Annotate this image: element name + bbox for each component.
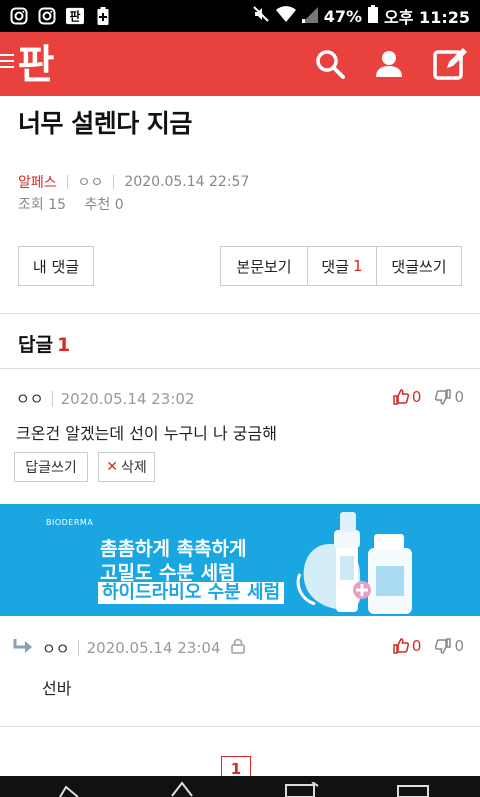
pann-notification-icon: 판 <box>66 7 84 25</box>
ad-headline-2: 고밀도 수분 세럼 <box>100 562 236 584</box>
write-comment-button[interactable]: 댓글쓰기 <box>376 246 462 286</box>
thumbs-up-icon <box>393 389 409 405</box>
battery-saver-icon <box>94 7 112 25</box>
comment-author: ㅇㅇ <box>42 639 70 658</box>
post-meta: 알페스 ㅇㅇ 2020.05.14 22:57 <box>18 172 249 192</box>
menu-icon[interactable] <box>0 54 14 72</box>
back-icon[interactable] <box>58 785 80 797</box>
product-image <box>296 512 412 614</box>
comment-text: 크온건 알겠는데 선이 누구니 나 궁금해 <box>16 424 277 443</box>
mute-icon <box>252 5 270 27</box>
replies-heading: 답글 1 <box>18 330 70 357</box>
app-header: 판 <box>0 32 480 96</box>
comment-text: 선바 <box>42 679 72 698</box>
battery-percent: 47% <box>323 6 363 26</box>
post-author[interactable]: 알페스 <box>18 172 57 192</box>
upvote-count: 0 <box>411 637 422 655</box>
write-icon[interactable] <box>432 46 468 82</box>
search-icon[interactable] <box>312 46 348 82</box>
instagram-icon <box>38 7 56 25</box>
ad-headline-1: 촘촘하게 촉촉하게 <box>100 538 247 560</box>
pann-logo[interactable]: 판 <box>14 40 60 88</box>
svg-text:판: 판 <box>18 42 55 86</box>
ad-brand: BIODERMA <box>46 518 94 527</box>
my-comments-button[interactable]: 내 댓글 <box>18 246 94 286</box>
instagram-icon <box>10 7 28 25</box>
comments-count: 1 <box>353 257 363 275</box>
downvote-button[interactable]: 0 <box>435 388 464 406</box>
divider <box>77 640 79 656</box>
divider <box>51 390 53 407</box>
comment-votes: 0 0 <box>393 388 464 406</box>
post-author-sub: ㅇㅇ <box>77 175 104 191</box>
comments-label: 댓글 <box>321 257 350 276</box>
upvote-button[interactable]: 0 <box>393 637 422 655</box>
thumbs-down-icon <box>435 389 452 405</box>
view-body-button[interactable]: 본문보기 <box>220 246 308 286</box>
post-recommends: 추천 0 <box>84 197 124 213</box>
comment-date: 2020.05.14 23:04 <box>86 639 221 657</box>
divider <box>0 313 480 314</box>
recents-icon[interactable] <box>396 784 430 797</box>
post-views: 조회 15 <box>18 197 67 213</box>
thumbs-up-icon <box>393 638 409 654</box>
reply-button[interactable]: 답글쓰기 <box>14 452 88 482</box>
reply-arrow-icon <box>12 637 34 659</box>
battery-icon <box>368 5 379 27</box>
delete-label: 삭제 <box>120 460 147 476</box>
close-icon: ✕ <box>106 459 118 475</box>
replies-label: 답글 <box>18 334 53 356</box>
replies-count: 1 <box>56 334 71 356</box>
thumbs-down-icon <box>435 638 452 654</box>
clock: 오후 11:25 <box>384 8 470 27</box>
downvote-count: 0 <box>454 637 464 655</box>
wifi-icon <box>275 5 296 27</box>
post-date: 2020.05.14 22:57 <box>124 174 250 190</box>
pagination-current[interactable]: 1 <box>221 756 251 778</box>
edit-icon[interactable] <box>282 782 322 797</box>
downvote-button[interactable]: 0 <box>435 637 464 655</box>
home-icon[interactable] <box>170 780 194 797</box>
post-title: 너무 설렌다 지금 <box>18 109 192 138</box>
divider <box>113 175 115 189</box>
svg-text:판: 판 <box>70 10 81 24</box>
status-bar: 판 47% 오후 11:25 <box>0 0 480 32</box>
upvote-button[interactable]: 0 <box>393 388 422 406</box>
upvote-count: 0 <box>411 388 422 406</box>
reply-meta: ㅇㅇ 2020.05.14 23:04 <box>12 637 245 659</box>
ad-banner[interactable]: BIODERMA 촘촘하게 촉촉하게 고밀도 수분 세럼 하이드라비오 수분 세… <box>0 504 480 616</box>
downvote-count: 0 <box>454 388 464 406</box>
user-icon[interactable] <box>371 46 407 82</box>
delete-button[interactable]: ✕ 삭제 <box>98 452 155 482</box>
divider <box>0 368 480 369</box>
comment-date: 2020.05.14 23:02 <box>60 389 195 408</box>
post-stats: 조회 15 추천 0 <box>18 194 124 214</box>
signal-icon <box>301 5 318 27</box>
comment-votes: 0 0 <box>393 637 464 655</box>
comment-meta: ㅇㅇ 2020.05.14 23:02 <box>16 388 195 409</box>
lock-icon <box>230 638 245 658</box>
divider <box>66 175 68 189</box>
comment-author: ㅇㅇ <box>16 390 44 408</box>
system-nav-bar <box>0 776 480 797</box>
comments-button[interactable]: 댓글 1 <box>307 246 377 286</box>
ad-headline-3: 하이드라비오 수분 세럼 <box>98 582 285 604</box>
divider <box>0 726 480 727</box>
